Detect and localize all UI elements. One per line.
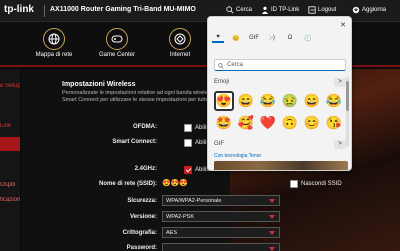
search-label: Cerca [236, 7, 253, 13]
router-model: AX11000 Router Gaming Tri-Band MU-MIMO [50, 6, 196, 13]
nav-internet[interactable]: Internet [153, 28, 207, 58]
nav-network-map[interactable]: Mappa di rete [27, 28, 81, 58]
password-field[interactable] [162, 243, 280, 251]
version-label: Versione: [129, 214, 157, 220]
logout-label: Logout [318, 7, 337, 13]
emoji-panel: ✕ ♥ 😊 GIF ;-) Ω 🕘 Cerca Emoji > 😍 😄 😂 🤢 … [207, 16, 352, 171]
emoji-item[interactable]: 😂 [258, 91, 278, 111]
nav-game-center[interactable]: Game Center [90, 28, 144, 58]
tplink-logo: tp-link [4, 4, 34, 15]
search-icon [226, 6, 234, 14]
band-checkbox[interactable] [184, 166, 192, 174]
gif-thumbnails[interactable] [214, 161, 348, 170]
emoji-panel-tabs: ♥ 😊 GIF ;-) Ω 🕘 [212, 33, 314, 45]
nav-label: Mappa di rete [35, 52, 73, 58]
sidebar-item-setup[interactable]: e Setup [0, 83, 20, 90]
emoji-scrollbar[interactable] [346, 77, 349, 147]
divider [44, 5, 45, 17]
emoji-item[interactable]: 😘 [324, 113, 344, 133]
tenor-credit: Con tecnologia Tenor [214, 153, 262, 159]
search-button[interactable]: Cerca [226, 6, 252, 14]
update-button[interactable]: Aggiorna [352, 6, 386, 14]
tab-gif[interactable]: GIF [248, 33, 260, 43]
update-label: Aggiorna [362, 7, 387, 13]
tab-kaomoji[interactable]: ;-) [266, 33, 278, 43]
ofdma-label: OFDMA: [133, 124, 157, 130]
nav-label: Game Center [98, 52, 135, 58]
emoji-item[interactable]: 😄 [236, 91, 256, 111]
emoji-item[interactable]: 🥰 [236, 113, 256, 133]
band-label: 2.4GHz: [134, 166, 157, 172]
nav-label: Internet [169, 52, 191, 58]
emoji-item[interactable]: 🤩 [214, 113, 234, 133]
internet-icon [174, 33, 186, 45]
gif-more-button[interactable]: > [334, 140, 346, 149]
logout-button[interactable]: Logout [308, 6, 336, 14]
emoji-item[interactable]: 😊 [302, 113, 322, 133]
tab-favorites[interactable]: ♥ [212, 33, 224, 43]
emoji-item[interactable]: 🙃 [280, 113, 300, 133]
ssid-input[interactable]: 😍😍😍 [162, 179, 188, 187]
sidebar-item-qualification[interactable]: ficazione [0, 197, 20, 204]
gamepad-icon [111, 35, 123, 43]
version-select[interactable]: WPA2-PSK [162, 211, 280, 222]
smart-connect-checkbox[interactable] [184, 139, 192, 147]
gif-section-title: GIF [214, 141, 224, 147]
sidebar-item-link[interactable]: Link [0, 123, 20, 130]
close-icon[interactable]: ✕ [340, 21, 346, 29]
emoji-item[interactable]: 🤢 [280, 91, 300, 111]
hide-ssid-checkbox[interactable] [290, 180, 298, 188]
tab-clipboard[interactable]: 🕘 [302, 33, 314, 43]
update-icon [352, 6, 360, 14]
account-label: ID TP-Link [271, 7, 300, 13]
emoji-item[interactable]: ❤️ [258, 113, 278, 133]
security-select[interactable]: WPA/WPA2-Personale [162, 195, 280, 206]
user-icon [261, 6, 269, 14]
hide-ssid-label: Nascondi SSID [301, 181, 342, 187]
sidebar-item-guests[interactable]: Ospiti [0, 182, 20, 189]
emoji-grid: 😍 😄 😂 🤢 😄 😂 🤩 🥰 ❤️ 🙃 😊 😘 [214, 91, 344, 133]
security-label: Sicurezza: [127, 198, 157, 204]
sidebar: e Setup Link Ospiti ficazione [0, 69, 20, 251]
logout-icon [308, 6, 316, 14]
account-button[interactable]: ID TP-Link [261, 6, 299, 14]
section-title: Impostazioni Wireless [62, 81, 136, 88]
encryption-label: Crittografia: [122, 230, 157, 236]
emoji-search-placeholder: Cerca [227, 62, 244, 68]
tab-symbols[interactable]: Ω [284, 33, 296, 43]
password-label: Password: [126, 245, 157, 251]
emoji-section-title: Emoji [214, 79, 230, 85]
emoji-search-input[interactable]: Cerca [214, 59, 346, 71]
tab-emoji[interactable]: 😊 [230, 33, 242, 43]
ssid-label: Nome di rete (SSID): [98, 181, 157, 187]
smart-connect-label: Smart Connect: [112, 139, 157, 145]
emoji-item[interactable]: 😂 [324, 91, 344, 111]
ofdma-checkbox[interactable] [184, 124, 192, 132]
sidebar-item-wireless[interactable] [0, 137, 20, 151]
search-icon [218, 63, 224, 69]
emoji-more-button[interactable]: > [334, 78, 346, 87]
encryption-select[interactable]: AES [162, 227, 280, 238]
emoji-item[interactable]: 😍 [214, 91, 234, 111]
globe-icon [48, 33, 60, 45]
emoji-item[interactable]: 😄 [302, 91, 322, 111]
